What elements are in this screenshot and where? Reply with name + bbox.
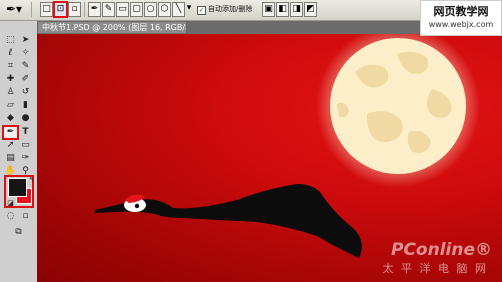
add-area-icon: ▣ xyxy=(264,4,273,14)
healing-brush-icon[interactable]: ✚ xyxy=(4,74,17,85)
ellipse-tool-button[interactable]: ○ xyxy=(144,2,157,17)
intersect-area-icon: ◨ xyxy=(292,4,301,14)
polygon-tool-button[interactable]: ⬡ xyxy=(158,2,171,17)
separator xyxy=(84,2,85,17)
exclude-area-icon: ◩ xyxy=(306,4,315,14)
subtract-area-icon: ◧ xyxy=(278,4,287,14)
eraser-tool-icon[interactable]: ▱ xyxy=(4,100,17,111)
rounded-rectangle-icon: ▢ xyxy=(132,4,141,14)
square-icon: □ xyxy=(42,4,51,14)
crop-tool-icon[interactable]: ⌗ xyxy=(4,61,17,72)
crane-silhouette xyxy=(95,184,362,258)
pconline-subtitle: 太 平 洋 电 脑 网 xyxy=(382,262,488,275)
quick-mask-icon[interactable]: ◌ xyxy=(4,211,17,222)
checkbox-icon: ✓ xyxy=(197,6,206,15)
canvas[interactable]: PConline® 太 平 洋 电 脑 网 xyxy=(37,34,502,282)
screen-mode-icon[interactable]: ⧉ xyxy=(12,227,25,238)
path-selection-icon[interactable]: ➚ xyxy=(4,140,17,151)
standard-mode-icon[interactable]: ▫ xyxy=(19,211,32,222)
site-watermark: 网页教学网 www.webjx.com xyxy=(420,0,502,36)
custom-shape-dropdown[interactable]: ▾ xyxy=(184,2,194,17)
rounded-rectangle-button[interactable]: ▢ xyxy=(130,2,143,17)
fill-pixels-icon: ▫ xyxy=(71,4,78,14)
pen-icon: ✒ xyxy=(90,4,99,14)
rectangle-tool-button[interactable]: ▭ xyxy=(116,2,129,17)
fill-pixels-button[interactable]: ▫ xyxy=(68,2,81,17)
tool-preset-picker[interactable]: ✒▾ xyxy=(2,2,32,17)
watermark-title: 网页教学网 xyxy=(433,5,489,18)
polygon-icon: ⬡ xyxy=(160,4,169,14)
subtract-path-area-button[interactable]: ◧ xyxy=(276,2,289,17)
ellipse-icon: ○ xyxy=(146,4,155,14)
pconline-logo: PConline® xyxy=(390,240,492,260)
marquee-tool-icon[interactable]: ⬚ xyxy=(4,35,17,46)
lasso-tool-icon[interactable]: ℓ xyxy=(4,48,17,59)
rectangle-icon: ▭ xyxy=(118,4,127,14)
eyedropper-icon[interactable]: ✑ xyxy=(19,153,32,164)
paths-icon: ⊡ xyxy=(56,4,65,14)
type-tool-icon[interactable]: T xyxy=(19,127,32,138)
chevron-down-icon: ▾ xyxy=(186,3,192,13)
notes-tool-icon[interactable]: ▤ xyxy=(4,153,17,164)
brush-tool-icon[interactable]: ✐ xyxy=(19,74,32,85)
slice-tool-icon[interactable]: ✎ xyxy=(19,61,32,72)
clone-stamp-icon[interactable]: ♙ xyxy=(4,87,17,98)
document-tab[interactable]: 中秋节1.PSD @ 200% (图层 16, RGB/8#) * xyxy=(37,21,187,33)
pen-tool-button[interactable]: ✒ xyxy=(88,2,101,17)
blur-tool-icon[interactable]: ◆ xyxy=(4,113,17,124)
move-tool-icon[interactable]: ➤ xyxy=(19,35,32,46)
exclude-path-area-button[interactable]: ◩ xyxy=(304,2,317,17)
gradient-tool-icon[interactable]: ▮ xyxy=(19,100,32,111)
freeform-pen-icon: ✎ xyxy=(104,4,113,14)
line-icon: ╲ xyxy=(175,4,182,14)
shape-layers-button[interactable]: □ xyxy=(40,2,53,17)
pen-icon: ✒▾ xyxy=(6,2,23,16)
paths-button[interactable]: ⊡ xyxy=(53,1,68,18)
freeform-pen-button[interactable]: ✎ xyxy=(102,2,115,17)
watermark-url: www.webjx.com xyxy=(428,20,494,29)
document-window: 中秋节1.PSD @ 200% (图层 16, RGB/8#) * xyxy=(37,21,502,282)
auto-add-delete-checkbox[interactable]: ✓ 自动添加/删除 xyxy=(197,2,253,17)
add-to-path-area-button[interactable]: ▣ xyxy=(262,2,275,17)
shape-tool-icon[interactable]: ▭ xyxy=(19,140,32,151)
magic-wand-icon[interactable]: ✧ xyxy=(19,48,32,59)
pen-tool-icon[interactable]: ✒ xyxy=(2,125,19,140)
default-colors-icon[interactable]: ◪ xyxy=(4,198,17,209)
tools-panel: ⬚ ➤ ℓ ✧ ⌗ ✎ ✚ ✐ ♙ ↺ ▱ ▮ ◆ ● ✒ T ➚ ▭ ▤ ✑ … xyxy=(0,21,38,282)
auto-add-delete-label: 自动添加/删除 xyxy=(208,5,253,13)
intersect-path-area-button[interactable]: ◨ xyxy=(290,2,303,17)
history-brush-icon[interactable]: ↺ xyxy=(19,87,32,98)
dodge-tool-icon[interactable]: ● xyxy=(19,113,32,124)
